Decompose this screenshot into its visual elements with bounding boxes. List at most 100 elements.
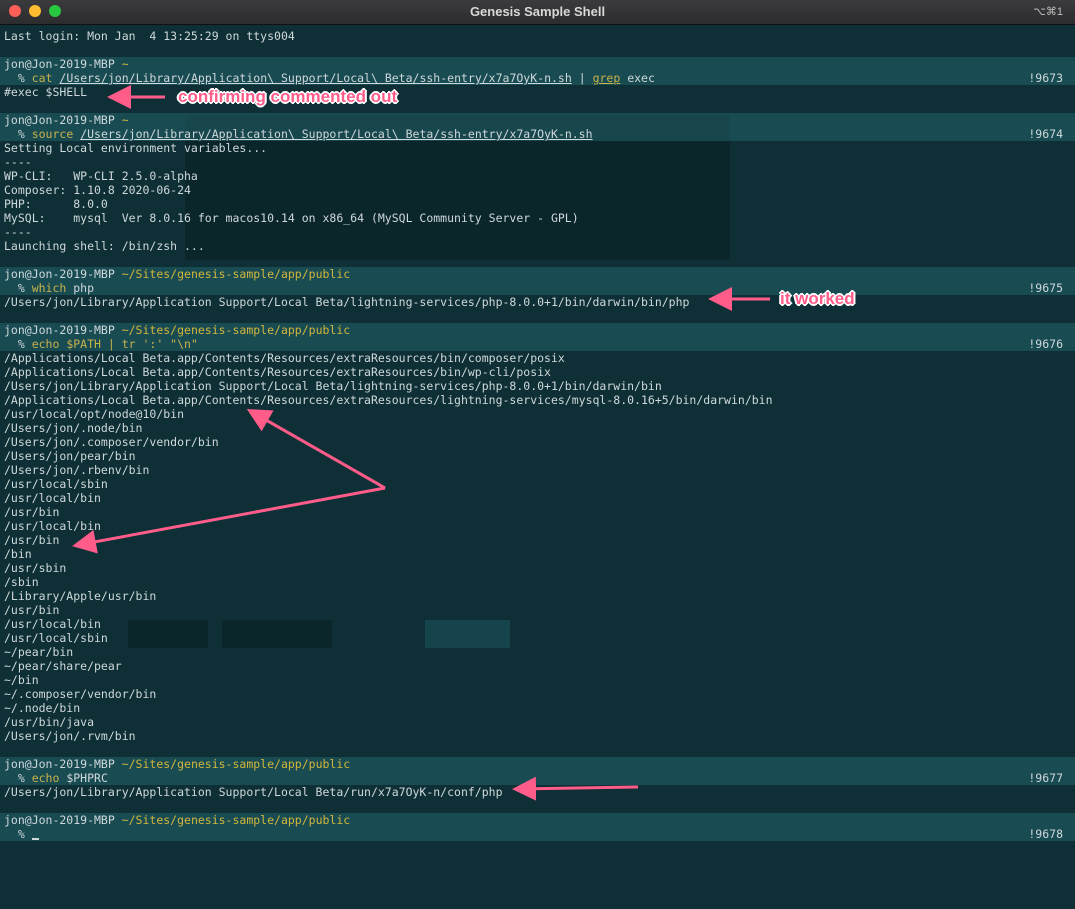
output-line: /usr/bin [0,533,1075,547]
output-line: /sbin [0,575,1075,589]
output-text: /usr/bin [4,505,60,519]
prompt-user-host: jon@Jon-2019-MBP [4,813,122,827]
output-text: /bin [4,547,32,561]
command-line: % echo $PHPRC !9677 [0,771,1075,785]
history-number: !9676 [1028,337,1063,351]
prompt-cwd: ~/Sites/genesis-sample/app/public [121,323,351,337]
output-line: /bin [0,547,1075,561]
terminal-output[interactable]: Last login: Mon Jan 4 13:25:29 on ttys00… [0,25,1075,909]
output-line: WP-CLI: WP-CLI 2.5.0-alpha [0,169,1075,183]
command-pipe: | [571,71,593,85]
output-line: /usr/local/sbin [0,631,1075,645]
output-line: /usr/bin/java [0,715,1075,729]
output-text: WP-CLI: WP-CLI 2.5.0-alpha [4,169,198,183]
output-line: Composer: 1.10.8 2020-06-24 [0,183,1075,197]
output-line: ---- [0,225,1075,239]
output-text: /Applications/Local Beta.app/Contents/Re… [4,351,565,365]
text-cursor [31,838,39,840]
command-line: % which php !9675 [0,281,1075,295]
window-shortcut: ⌥⌘1 [1033,6,1063,18]
prompt-cwd: ~/Sites/genesis-sample/app/public [121,757,351,771]
prompt-line: jon@Jon-2019-MBP ~/Sites/genesis-sample/… [0,757,1075,771]
command-name: source [31,127,74,141]
output-text: /Users/jon/.rbenv/bin [4,463,150,477]
prompt-user-host: jon@Jon-2019-MBP [4,757,122,771]
command-argument: $PHPRC [59,771,108,785]
prompt-line: jon@Jon-2019-MBP ~/Sites/genesis-sample/… [0,267,1075,281]
output-line: /Users/jon/.node/bin [0,421,1075,435]
output-text: /usr/local/sbin [4,631,108,645]
output-text: PHP: 8.0.0 [4,197,108,211]
output-line: /Applications/Local Beta.app/Contents/Re… [0,365,1075,379]
output-line: ~/pear/bin [0,645,1075,659]
prompt-line: jon@Jon-2019-MBP ~/Sites/genesis-sample/… [0,323,1075,337]
last-login-line: Last login: Mon Jan 4 13:25:29 on ttys00… [0,29,1075,43]
output-text: ~/.composer/vendor/bin [4,687,157,701]
prompt-symbol: % [4,281,32,295]
output-text: Launching shell: /bin/zsh ... [4,239,205,253]
command-line: % !9678 [0,827,1075,841]
output-line: Setting Local environment variables... [0,141,1075,155]
command-argument: exec [620,71,655,85]
output-text: /Users/jon/pear/bin [4,449,136,463]
output-line: /usr/local/bin [0,519,1075,533]
history-number: !9673 [1028,71,1063,85]
output-text: #exec $SHELL [4,85,88,99]
output-line: /usr/local/opt/node@10/bin [0,407,1075,421]
output-text: Composer: 1.10.8 2020-06-24 [4,183,191,197]
output-text: ~/pear/bin [4,645,74,659]
prompt-cwd: ~ [121,57,129,71]
output-line: /Users/jon/.rbenv/bin [0,463,1075,477]
output-text: /Applications/Local Beta.app/Contents/Re… [4,365,551,379]
output-text: /Library/Apple/usr/bin [4,589,157,603]
command-name: cat [31,71,53,85]
output-text: /Applications/Local Beta.app/Contents/Re… [4,393,773,407]
output-line: /Library/Apple/usr/bin [0,589,1075,603]
last-login-text: Last login: Mon Jan 4 13:25:29 on ttys00… [4,29,295,43]
annotation-it-worked: it worked [780,289,855,308]
output-line: ~/pear/share/pear [0,659,1075,673]
output-text: MySQL: mysql Ver 8.0.16 for macos10.14 o… [4,211,579,225]
output-text: /Users/jon/.rvm/bin [4,729,136,743]
command-name: echo [31,771,60,785]
command-name: echo $PATH | tr ':' "\n" [31,337,198,351]
output-line: /usr/local/bin [0,491,1075,505]
prompt-symbol: % [4,827,32,841]
command-argument: php [66,281,95,295]
output-text: /Users/jon/.composer/vendor/bin [4,435,219,449]
prompt-symbol: % [4,771,32,785]
command-line: % echo $PATH | tr ':' "\n" !9676 [0,337,1075,351]
output-text: ~/.node/bin [4,701,81,715]
output-line: /Users/jon/pear/bin [0,449,1075,463]
output-line: /Users/jon/Library/Application Support/L… [0,295,1075,309]
output-line: /Applications/Local Beta.app/Contents/Re… [0,393,1075,407]
output-line: /Users/jon/Library/Application Support/L… [0,379,1075,393]
output-text: /usr/sbin [4,561,67,575]
prompt-cwd: ~ [121,113,129,127]
command-argument: /Users/jon/Library/Application\ Support/… [80,127,593,141]
prompt-symbol: % [4,337,32,351]
prompt-user-host: jon@Jon-2019-MBP [4,57,122,71]
output-line: #exec $SHELL [0,85,1075,99]
command-name: which [31,281,67,295]
output-text: /Users/jon/.node/bin [4,421,143,435]
output-text: /usr/bin [4,603,60,617]
output-text: /Users/jon/Library/Application Support/L… [4,785,503,799]
history-number: !9674 [1028,127,1063,141]
output-text: /usr/local/bin [4,617,101,631]
history-number: !9677 [1028,771,1063,785]
output-line: ~/.composer/vendor/bin [0,687,1075,701]
output-line: /Users/jon/.composer/vendor/bin [0,435,1075,449]
output-line: Launching shell: /bin/zsh ... [0,239,1075,253]
prompt-line: jon@Jon-2019-MBP ~ [0,57,1075,71]
output-text: ---- [4,225,32,239]
window-titlebar: Genesis Sample Shell ⌥⌘1 [0,0,1075,25]
prompt-user-host: jon@Jon-2019-MBP [4,113,122,127]
output-text: /usr/local/bin [4,491,101,505]
prompt-symbol: % [4,127,32,141]
output-text: /Users/jon/Library/Application Support/L… [4,295,690,309]
annotation-confirming: confirming commented out [178,87,398,106]
output-line: /Applications/Local Beta.app/Contents/Re… [0,351,1075,365]
output-line: /usr/local/sbin [0,477,1075,491]
command-line: % cat /Users/jon/Library/Application\ Su… [0,71,1075,85]
